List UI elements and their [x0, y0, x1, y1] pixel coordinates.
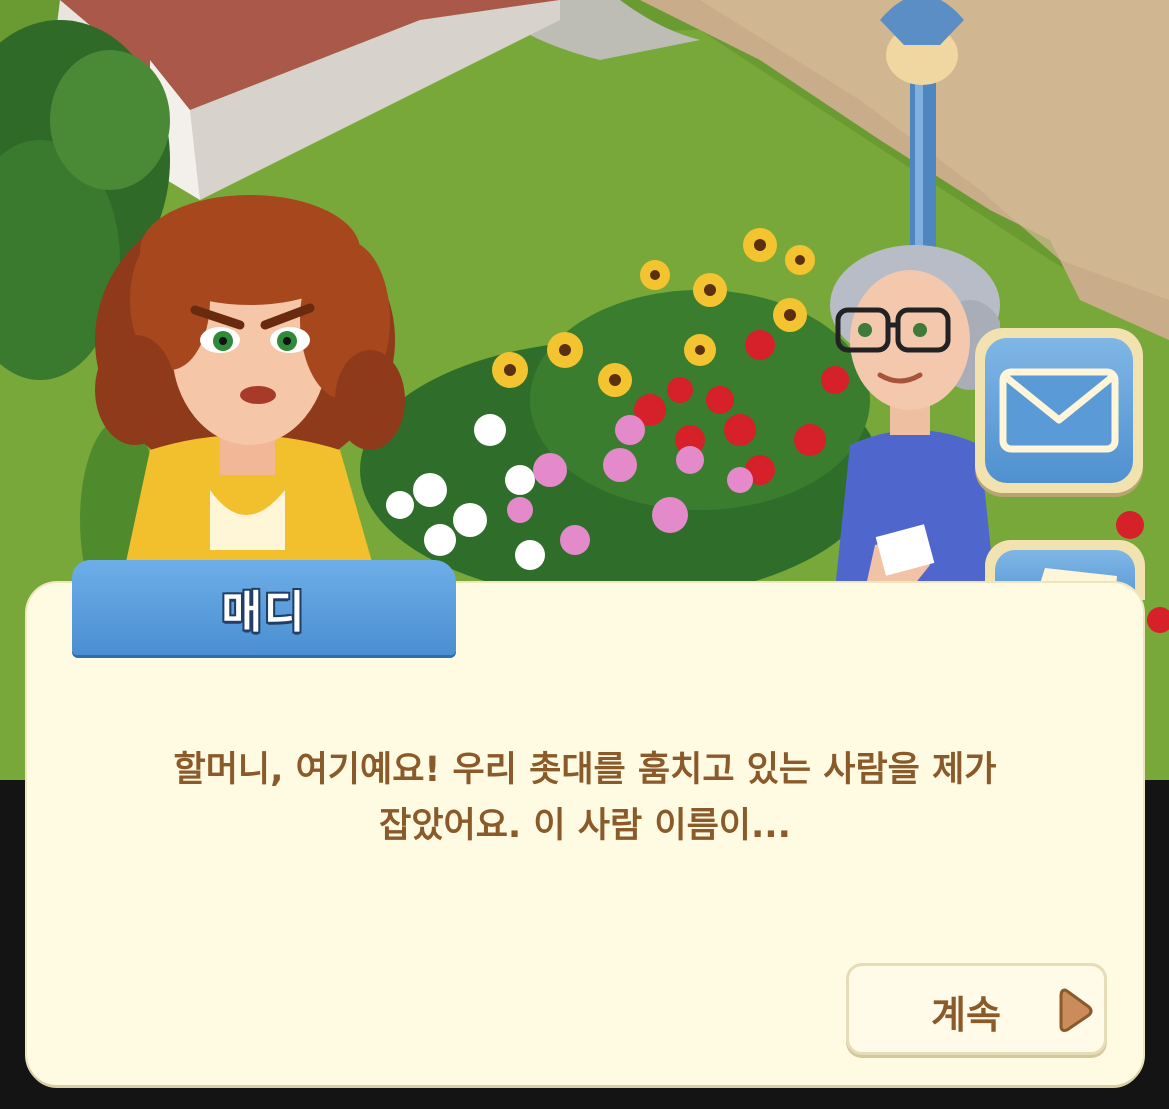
play-arrow-icon — [1059, 988, 1093, 1032]
dialog-line-2: 잡았어요. 이 사람 이름이... — [379, 806, 791, 846]
continue-label: 계속 — [931, 993, 1001, 1037]
mail-button[interactable] — [975, 328, 1143, 493]
maddie-character — [95, 195, 405, 590]
speaker-name: 매디 — [221, 586, 307, 638]
continue-button[interactable]: 계속 — [846, 963, 1107, 1055]
grandma-character — [830, 245, 1000, 590]
speaker-name-tab: 매디 — [72, 560, 456, 655]
dialog-line-1: 할머니, 여기예요! 우리 촛대를 훔치고 있는 사람을 제가 — [173, 750, 997, 790]
dialog-text: 할머니, 여기예요! 우리 촛대를 훔치고 있는 사람을 제가 잡았어요. 이 … — [80, 742, 1090, 854]
mail-icon — [999, 368, 1119, 453]
